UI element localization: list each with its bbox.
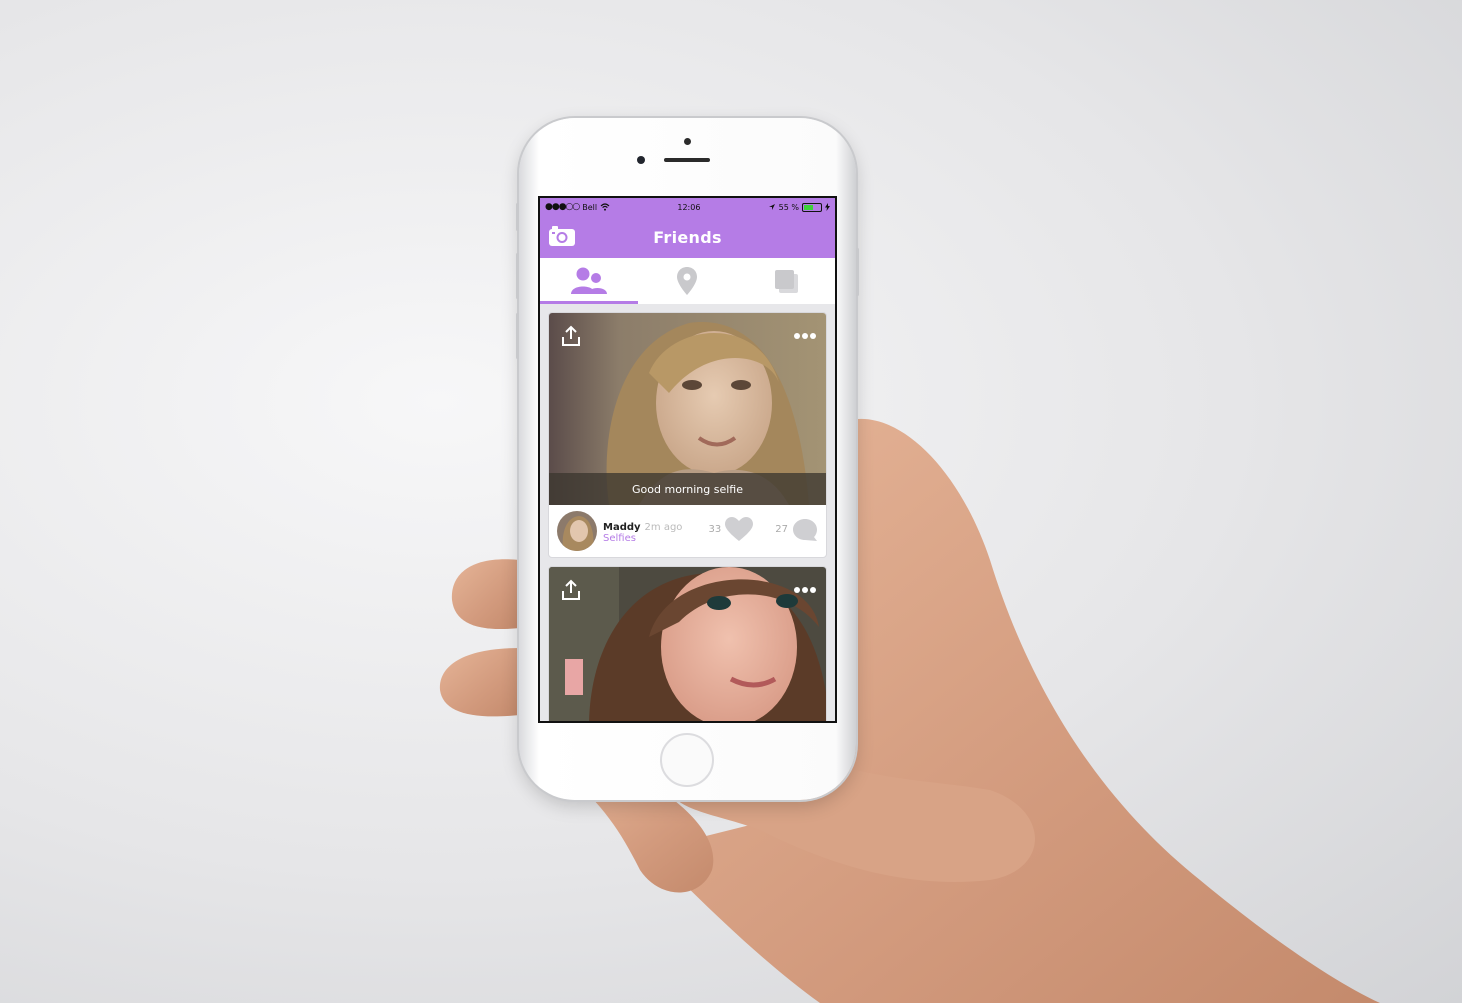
top-bar: ●●●○○ Bell 12:06 55 % Friends: [540, 198, 835, 258]
author-info: Maddy 2m ago Selfies: [603, 519, 682, 544]
more-options-icon[interactable]: [794, 587, 816, 593]
share-icon[interactable]: [561, 325, 581, 347]
share-icon[interactable]: [561, 579, 581, 601]
tab-bar: [540, 258, 835, 304]
page-title: Friends: [653, 227, 722, 247]
camera-icon[interactable]: [548, 225, 576, 247]
power-button: [856, 248, 859, 296]
mute-switch: [516, 203, 519, 231]
friends-icon: [571, 267, 608, 294]
author-name[interactable]: Maddy: [603, 522, 641, 533]
charging-icon: [824, 203, 830, 211]
post-meta: Maddy 2m ago Selfies 33 27: [549, 505, 826, 557]
signal-icon: ●●●○○: [545, 202, 580, 212]
carrier-label: Bell: [582, 202, 598, 212]
stack-icon: [774, 270, 798, 293]
post-photo[interactable]: Good morning selfie: [549, 313, 826, 505]
battery-percent: 55 %: [778, 202, 799, 212]
battery-icon: [801, 202, 822, 212]
volume-down-button: [516, 313, 519, 359]
post-stats: 33 27: [709, 517, 818, 542]
home-button[interactable]: [660, 733, 714, 787]
more-options-icon[interactable]: [794, 333, 816, 339]
tab-friends[interactable]: [540, 258, 639, 304]
wifi-icon: [600, 203, 610, 211]
proximity-sensor: [684, 138, 691, 145]
post-category[interactable]: Selfies: [603, 533, 682, 544]
post-photo[interactable]: [549, 567, 826, 721]
post-caption: Good morning selfie: [549, 473, 826, 505]
post-card[interactable]: [548, 566, 827, 721]
tab-location[interactable]: [638, 258, 736, 304]
nav-header: Friends: [540, 216, 835, 258]
tab-collections[interactable]: [737, 258, 835, 304]
heart-icon[interactable]: [725, 517, 754, 542]
clock: 12:06: [677, 202, 701, 212]
volume-up-button: [516, 253, 519, 299]
post-card[interactable]: Good morning selfie Maddy 2m ago Selfies …: [548, 312, 827, 558]
feed: Good morning selfie Maddy 2m ago Selfies …: [540, 304, 835, 721]
location-pin-icon: [677, 267, 698, 295]
front-camera: [637, 156, 645, 164]
status-bar: ●●●○○ Bell 12:06 55 %: [540, 198, 835, 216]
comment-count: 27: [775, 524, 788, 535]
location-arrow-icon: [768, 204, 775, 210]
selfie-image: [549, 567, 826, 721]
like-count: 33: [708, 524, 722, 535]
comment-icon[interactable]: [792, 518, 818, 542]
app-screen: ●●●○○ Bell 12:06 55 % Friends Good morni…: [538, 196, 837, 723]
post-time: 2m ago: [644, 521, 683, 533]
avatar[interactable]: [557, 511, 597, 551]
earpiece-speaker: [664, 158, 710, 162]
